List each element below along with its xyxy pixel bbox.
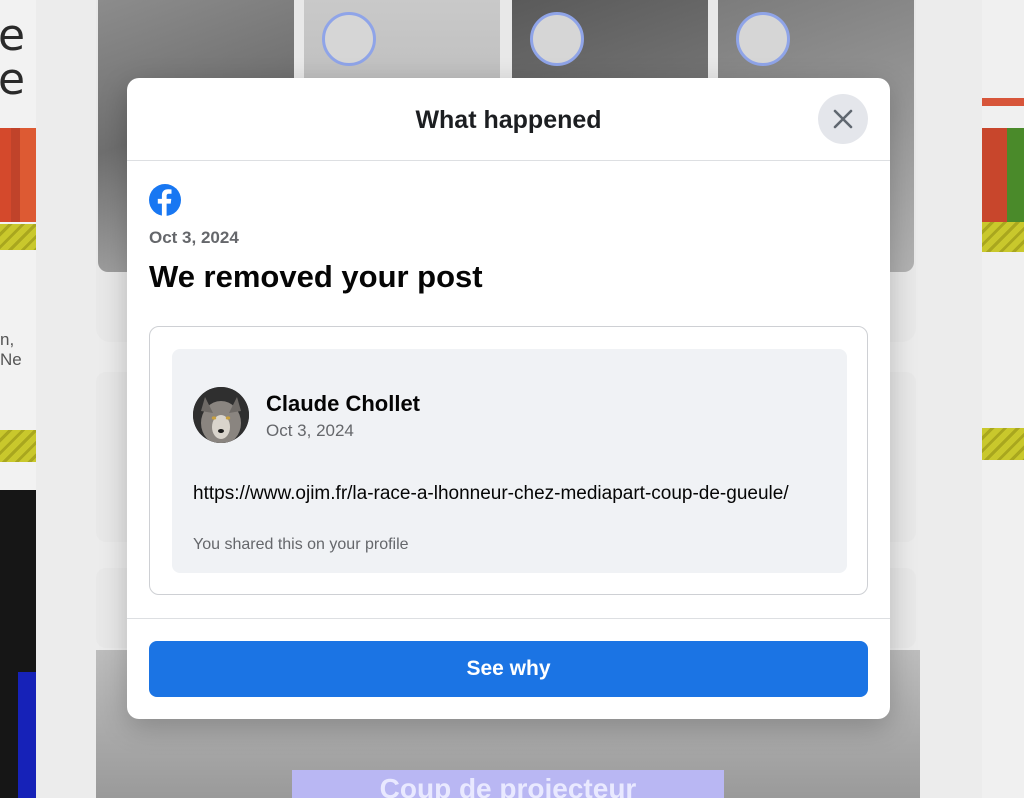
- post-content: Claude Chollet Oct 3, 2024 https://www.o…: [172, 349, 847, 573]
- left-blue-block: [18, 672, 36, 798]
- close-icon: [833, 109, 853, 129]
- left-column: e e n, Ne: [0, 0, 36, 798]
- dialog-header: What happened: [127, 78, 890, 161]
- left-red-band: [0, 128, 36, 222]
- left-stripe: [0, 224, 36, 250]
- post-date: Oct 3, 2024: [266, 421, 354, 440]
- story-avatar-ring: [530, 12, 584, 66]
- left-big-letter: e: [0, 10, 26, 61]
- removal-date: Oct 3, 2024: [149, 228, 239, 247]
- dialog-title: What happened: [415, 106, 602, 134]
- left-stripe: [0, 430, 36, 462]
- removed-post-preview: Claude Chollet Oct 3, 2024 https://www.o…: [149, 326, 868, 595]
- see-why-button[interactable]: See why: [149, 641, 868, 697]
- post-link-text: https://www.ojim.fr/la-race-a-lhonneur-c…: [193, 483, 789, 504]
- right-red-line: [982, 98, 1024, 106]
- left-text-fragment: n, Ne: [0, 330, 22, 369]
- removal-headline: We removed your post: [149, 259, 483, 294]
- shared-note: You shared this on your profile: [193, 536, 409, 553]
- wolf-avatar-image: [193, 387, 249, 443]
- close-button[interactable]: [818, 94, 868, 144]
- right-red-band: [982, 128, 1024, 222]
- avatar: [193, 387, 249, 443]
- right-stripe: [982, 428, 1024, 460]
- right-column: [982, 0, 1024, 798]
- story-avatar-ring: [736, 12, 790, 66]
- facebook-logo-icon: [149, 184, 181, 216]
- footer-divider: [127, 618, 890, 619]
- feed-banner-text: Coup de projecteur: [379, 775, 637, 798]
- left-big-letter: e: [0, 54, 26, 105]
- post-author[interactable]: Claude Chollet: [266, 391, 420, 417]
- story-avatar-ring: [322, 12, 376, 66]
- right-stripe: [982, 222, 1024, 252]
- what-happened-dialog: What happened Oct 3, 2024 We removed you…: [127, 78, 890, 719]
